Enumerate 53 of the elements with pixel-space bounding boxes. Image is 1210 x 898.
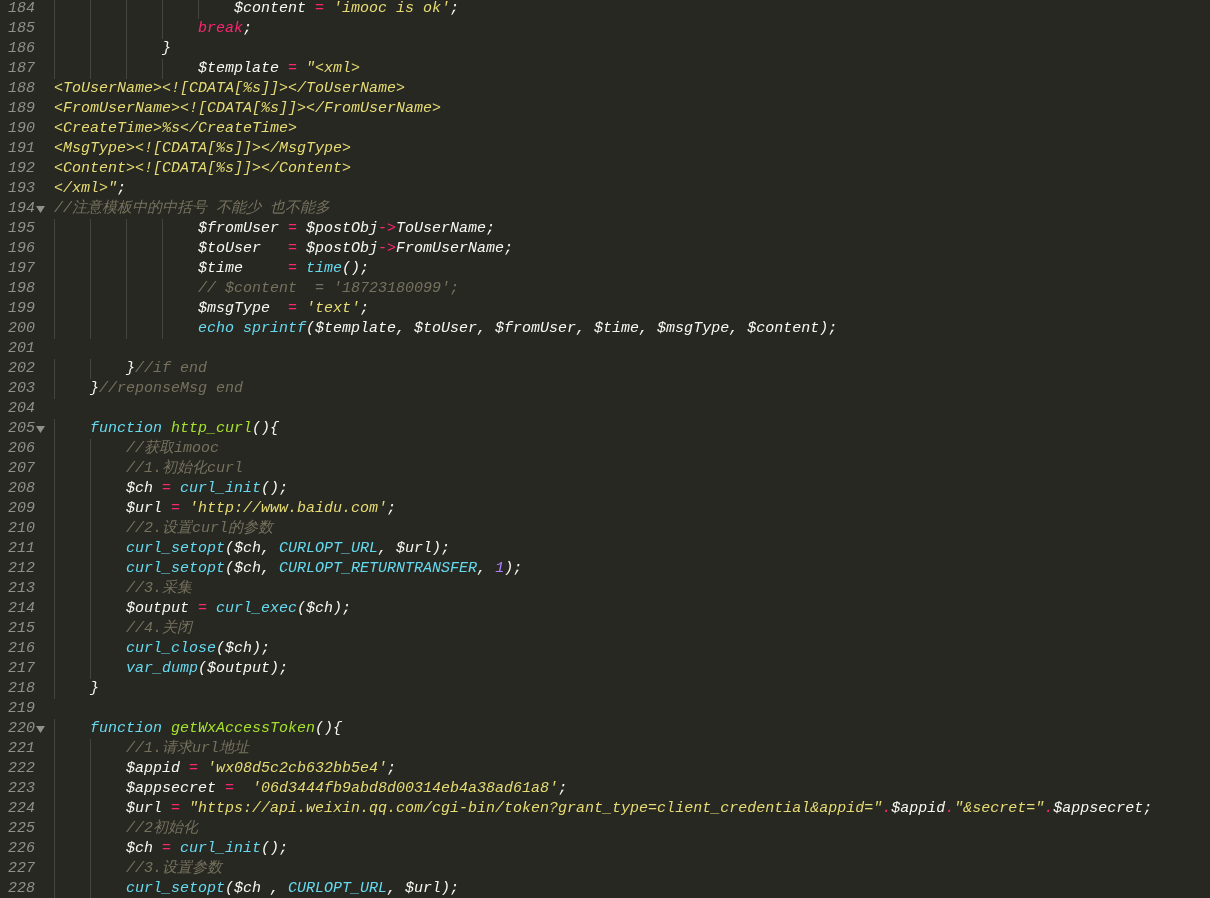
code-line: <FromUserName><![CDATA[%s]]></FromUserName> <box>54 99 442 119</box>
code-line: $template = "<xml> <box>54 59 361 79</box>
fold-arrow-icon[interactable] <box>36 425 45 433</box>
code-line: //1.请求url地址 <box>54 739 250 759</box>
code-line: }//reponseMsg end <box>54 379 244 399</box>
code-line: //注意模板中的中括号 不能少 也不能多 <box>54 199 330 219</box>
code-line: $fromUser = $postObj->ToUserName; <box>54 219 496 239</box>
code-line: var_dump($output); <box>54 659 289 679</box>
line-number: 214 <box>8 599 32 619</box>
code-line: $url = 'http://www.baidu.com'; <box>54 499 397 519</box>
code-line: } <box>54 39 172 59</box>
line-number: 221 <box>8 739 32 759</box>
code-line: //2.设置curl的参数 <box>54 519 274 539</box>
code-line: //获取imooc <box>54 439 220 459</box>
line-number: 201 <box>8 339 32 359</box>
code-line: $toUser = $postObj->FromUserName; <box>54 239 514 259</box>
code-line: }//if end <box>54 359 208 379</box>
line-number: 211 <box>8 539 32 559</box>
code-line: $ch = curl_init(); <box>54 839 289 859</box>
code-line: //3.采集 <box>54 579 193 599</box>
code-line: curl_close($ch); <box>54 639 271 659</box>
code-line: <CreateTime>%s</CreateTime> <box>54 119 298 139</box>
code-line: // $content = '18723180099'; <box>54 279 460 299</box>
code-line: <ToUserName><![CDATA[%s]]></ToUserName> <box>54 79 406 99</box>
code-line: <MsgType><![CDATA[%s]]></MsgType> <box>54 139 352 159</box>
code-line: $url = "https://api.weixin.qq.com/cgi-bin/token?grant_type=client_credential&appid=".$appid."&secret=".$appsecret; <box>54 799 1153 819</box>
line-number: 184 <box>8 0 32 19</box>
code-line: //2初始化 <box>54 819 199 839</box>
code-line: $appsecret = '06d3444fb9abd8d00314eb4a38ad61a8'; <box>54 779 568 799</box>
code-line: $time = time(); <box>54 259 370 279</box>
code-line: $ch = curl_init(); <box>54 479 289 499</box>
line-number: 194 <box>8 199 32 219</box>
code-line: function http_curl(){ <box>54 419 280 439</box>
code-line: curl_setopt($ch, CURLOPT_RETURNTRANSFER, 1); <box>54 559 523 579</box>
code-line: curl_setopt($ch, CURLOPT_URL, $url); <box>54 539 451 559</box>
code-line: </xml>"; <box>54 179 127 199</box>
code-line: //1.初始化curl <box>54 459 244 479</box>
code-line: //3.设置参数 <box>54 859 223 879</box>
line-number: 204 <box>8 399 32 419</box>
code-line: //4.关闭 <box>54 619 193 639</box>
code-line: $appid = 'wx08d5c2cb632bb5e4'; <box>54 759 397 779</box>
line-number: 191 <box>8 139 32 159</box>
code-line: $output = curl_exec($ch); <box>54 599 352 619</box>
fold-arrow-icon[interactable] <box>36 205 45 213</box>
code-line: curl_setopt($ch , CURLOPT_URL, $url); <box>54 879 460 898</box>
line-number: 224 <box>8 799 32 819</box>
code-line: } <box>54 679 100 699</box>
fold-arrow-icon[interactable] <box>36 725 45 733</box>
code-line: $msgType = 'text'; <box>54 299 370 319</box>
code-line: <Content><![CDATA[%s]]></Content> <box>54 159 352 179</box>
code-line: $content = 'imooc is ok'; <box>54 0 460 19</box>
code-line: echo sprintf($template, $toUser, $fromUser, $time, $msgType, $content); <box>54 319 838 339</box>
code-line: function getWxAccessToken(){ <box>54 719 343 739</box>
